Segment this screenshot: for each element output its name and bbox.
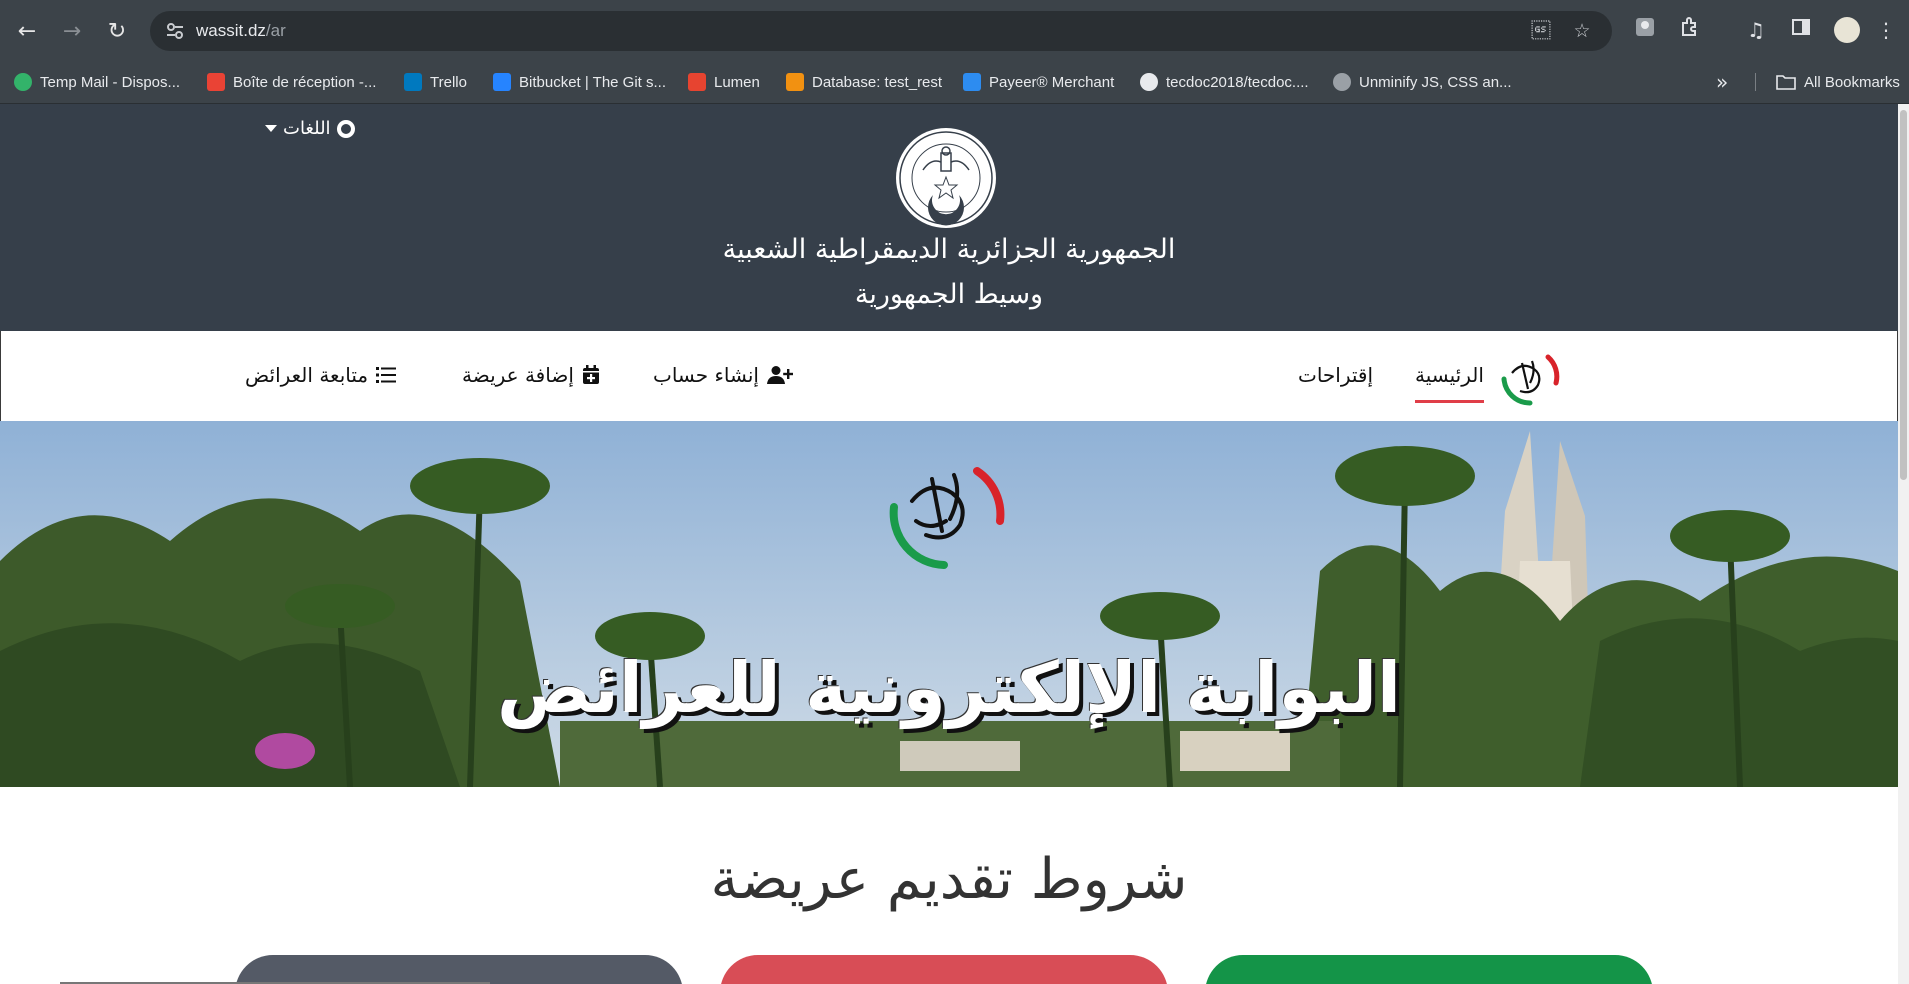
- page-scrollbar[interactable]: [1898, 104, 1909, 984]
- arrow-left-icon: ←: [17, 18, 37, 44]
- wassit-hero-logo-icon: [889, 467, 1005, 569]
- nav-suggestions-label: إقتراحات: [1298, 363, 1374, 387]
- bookmark-label: Bitbucket | The Git s...: [519, 73, 667, 91]
- back-button[interactable]: ←: [10, 14, 44, 48]
- condition-card-2[interactable]: [720, 955, 1168, 984]
- nav-track-petitions-label: متابعة العرائض: [245, 363, 369, 387]
- folder-icon: [1776, 75, 1796, 90]
- nav-create-account[interactable]: إنشاء حساب: [653, 355, 793, 395]
- unminify-icon: [1333, 73, 1351, 91]
- hero-title: البوابة الإلكترونية للعرائض: [497, 647, 1401, 729]
- site-info-icon[interactable]: [164, 20, 186, 42]
- avatar[interactable]: [1834, 17, 1860, 43]
- nav-create-account-label: إنشاء حساب: [653, 363, 759, 387]
- caret-down-icon: [265, 125, 277, 132]
- nav-track-petitions[interactable]: متابعة العرائض: [245, 355, 397, 395]
- condition-card-3[interactable]: [1205, 955, 1653, 984]
- nav-add-petition-label: إضافة عريضة: [462, 363, 574, 387]
- translate-icon[interactable]: [1530, 20, 1552, 42]
- bookmark-6[interactable]: Payeer® Merchant: [963, 61, 1114, 103]
- sidepanel-icon[interactable]: [1787, 16, 1815, 44]
- bookmark-7[interactable]: tecdoc2018/tecdoc....: [1140, 61, 1309, 103]
- forward-button[interactable]: →: [55, 14, 89, 48]
- bookmark-label: Trello: [430, 73, 467, 91]
- url-text[interactable]: wassit.dz/ar: [196, 21, 286, 41]
- bookmark-label: Database: test_rest: [812, 73, 943, 91]
- database-icon: [786, 73, 804, 91]
- calendar-plus-icon: [582, 365, 599, 384]
- main-navbar: الرئيسية إقتراحات إنشاء حساب إضافة عريضة: [0, 331, 1898, 422]
- gmail-icon: [207, 73, 225, 91]
- nav-suggestions[interactable]: إقتراحات: [1298, 355, 1373, 395]
- media-icon[interactable]: ♫: [1742, 16, 1770, 44]
- hero-banner: البوابة الإلكترونية للعرائض: [0, 421, 1898, 787]
- bookmark-1[interactable]: Boîte de réception -...: [207, 61, 376, 103]
- profile-extension-icon[interactable]: [1631, 16, 1659, 44]
- bookmark-label: Lumen: [714, 73, 760, 91]
- list-icon: [376, 367, 397, 383]
- nav-home-label: الرئيسية: [1415, 363, 1484, 387]
- reload-button[interactable]: ↻: [100, 14, 134, 48]
- trello-icon: [404, 73, 422, 91]
- url-host: wassit.dz: [196, 21, 266, 40]
- nav-add-petition[interactable]: إضافة عريضة: [462, 355, 600, 395]
- header-title-line2: وسيط الجمهورية: [854, 279, 1044, 310]
- globe-icon: [336, 119, 355, 138]
- bookmark-label: Unminify JS, CSS an...: [1359, 73, 1512, 91]
- github-icon: [1140, 73, 1158, 91]
- bitbucket-icon: [493, 73, 511, 91]
- bookmark-favicon-icon: [14, 73, 32, 91]
- scrollbar-thumb[interactable]: [1900, 110, 1907, 480]
- condition-card-1[interactable]: [235, 955, 683, 984]
- nav-home[interactable]: الرئيسية: [1415, 355, 1484, 403]
- state-emblem-icon: [896, 128, 996, 228]
- bookmarks-overflow-icon[interactable]: »: [1716, 70, 1728, 94]
- language-label: اللغات: [283, 118, 331, 139]
- puzzle-icon[interactable]: [1676, 16, 1704, 44]
- arrow-right-icon: →: [62, 18, 82, 44]
- url-path: /ar: [265, 21, 286, 40]
- browser-toolbar: ← → ↻ wassit.dz/ar ☆ ♫ ⋮: [0, 0, 1909, 61]
- bookmark-5[interactable]: Database: test_rest: [786, 61, 942, 103]
- bookmarks-bar: Temp Mail - Dispos... Boîte de réception…: [0, 61, 1909, 104]
- star-icon[interactable]: ☆: [1571, 20, 1593, 42]
- all-bookmarks-label: All Bookmarks: [1804, 73, 1900, 91]
- header-title-line1: الجمهورية الجزائرية الديمقراطية الشعبية: [722, 234, 1176, 265]
- reload-icon: ↻: [107, 18, 127, 44]
- all-bookmarks-button[interactable]: All Bookmarks: [1776, 61, 1900, 103]
- bookmark-label: Temp Mail - Dispos...: [40, 73, 181, 91]
- bookmark-0[interactable]: Temp Mail - Dispos...: [14, 61, 180, 103]
- bookmark-label: Payeer® Merchant: [989, 73, 1115, 91]
- bookmark-4[interactable]: Lumen: [688, 61, 760, 103]
- bookmark-3[interactable]: Bitbucket | The Git s...: [493, 61, 666, 103]
- language-dropdown[interactable]: اللغات: [265, 118, 355, 139]
- user-plus-icon: [766, 366, 793, 384]
- bookmark-label: Boîte de réception -...: [233, 73, 377, 91]
- kebab-menu-icon[interactable]: ⋮: [1872, 16, 1900, 44]
- page-content: اللغات الجمهورية الجزائرية الديمقراطية ا…: [0, 104, 1898, 984]
- section-title: شروط تقديم عريضة: [710, 847, 1188, 912]
- payeer-icon: [963, 73, 981, 91]
- lumen-icon: [688, 73, 706, 91]
- bookmarks-divider: [1755, 73, 1756, 91]
- bookmark-8[interactable]: Unminify JS, CSS an...: [1333, 61, 1512, 103]
- wassit-logo-icon[interactable]: [1496, 349, 1560, 407]
- bookmark-label: tecdoc2018/tecdoc....: [1166, 73, 1309, 91]
- site-header: اللغات الجمهورية الجزائرية الديمقراطية ا…: [0, 104, 1898, 331]
- bookmark-2[interactable]: Trello: [404, 61, 467, 103]
- address-bar[interactable]: wassit.dz/ar ☆: [150, 11, 1612, 51]
